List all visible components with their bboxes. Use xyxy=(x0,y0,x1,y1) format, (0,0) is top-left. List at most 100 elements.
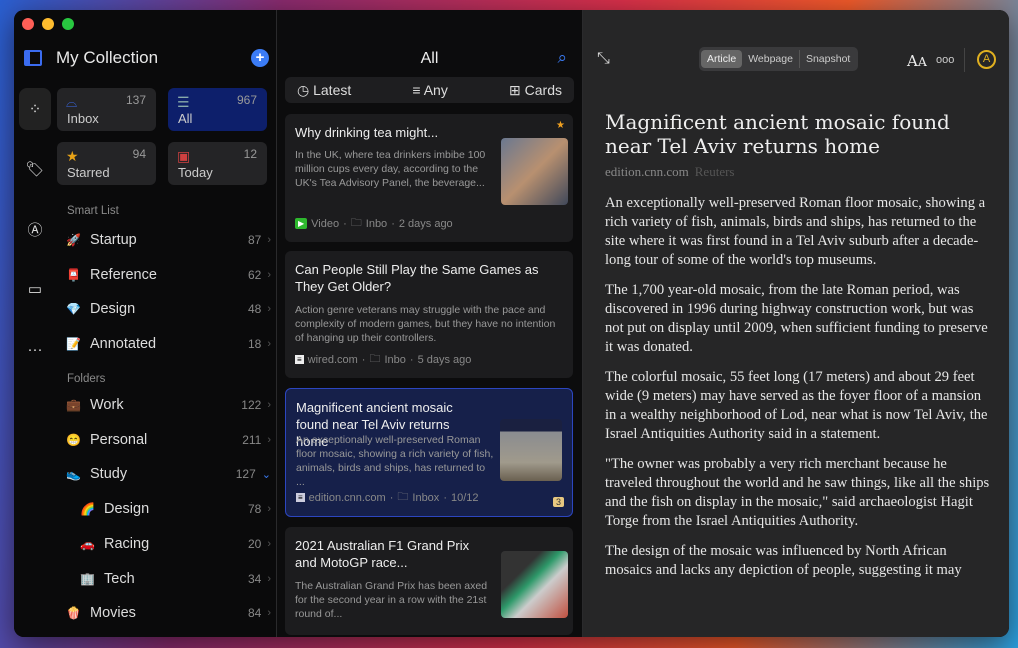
sidebar-item-personal[interactable]: 😁 Personal 211 › xyxy=(66,430,271,450)
folder-icon: 🗀 xyxy=(350,217,362,229)
list-icon: ☰ xyxy=(177,94,190,110)
item-emoji-icon: 📝 xyxy=(66,337,81,352)
sidebar-item-reference[interactable]: 📮 Reference 62 › xyxy=(66,265,271,285)
font-settings-icon[interactable]: AA xyxy=(907,52,927,70)
chevron-icon[interactable]: › xyxy=(267,434,271,446)
zoom-window-button[interactable] xyxy=(62,18,74,30)
video-icon: ▶ xyxy=(295,218,308,229)
chevron-icon[interactable]: › xyxy=(267,269,271,281)
more-icon[interactable]: ··· xyxy=(19,328,51,370)
item-count: 20 xyxy=(247,536,262,551)
tile-label: All xyxy=(178,111,193,126)
tile-starred[interactable]: ★ 94 Starred xyxy=(57,142,156,185)
sidebar-item-annotated[interactable]: 📝 Annotated 18 › xyxy=(66,334,271,354)
item-label: Design xyxy=(104,501,150,518)
expand-icon[interactable]: ⤡ xyxy=(597,50,610,68)
add-button[interactable]: + xyxy=(251,49,269,67)
search-icon[interactable]: ⌕ xyxy=(557,48,567,68)
item-count: 211 xyxy=(242,432,262,447)
sort-latest-button[interactable]: ◷ Latest xyxy=(297,82,351,99)
card-thumbnail xyxy=(500,419,562,481)
item-count: 84 xyxy=(247,606,262,621)
item-emoji-icon: 💎 xyxy=(66,302,81,317)
chevron-icon[interactable]: ⌄ xyxy=(262,468,271,481)
sidebar-item-design[interactable]: 🌈 Design 78 › xyxy=(80,499,271,519)
app-window: My Collection + ⁘ 🏷︎ Ⓐ ▭ ··· ⌓ 137 Inbox ☰… xyxy=(14,10,1009,637)
folder-icon: 🗀 xyxy=(369,353,381,365)
tile-today[interactable]: ▣ 12 Today xyxy=(168,142,267,185)
item-count: 34 xyxy=(247,571,262,586)
item-count: 62 xyxy=(247,267,262,282)
item-count: 78 xyxy=(247,502,262,517)
card-excerpt: Action genre veterans may struggle with … xyxy=(295,304,556,344)
card-title: Why drinking tea might... xyxy=(295,125,439,140)
item-label: Annotated xyxy=(90,336,157,353)
sidebar-item-startup[interactable]: 🚀 Startup 87 › xyxy=(66,230,271,250)
item-label: Reference xyxy=(90,266,157,283)
card-meta: ≡ wired.com · 🗀 Inbo · 5 days ago xyxy=(295,350,471,369)
highlights-icon[interactable]: Ⓐ xyxy=(19,208,51,250)
card-thumbnail xyxy=(501,138,568,205)
card-time: 2 days ago xyxy=(398,217,453,230)
collections-icon[interactable]: ⁘ xyxy=(19,88,51,130)
tile-all[interactable]: ☰ 967 All xyxy=(168,88,267,131)
article-source: edition.cnn.com Reuters xyxy=(605,164,734,180)
article-card-selected[interactable]: Magnificent ancient mosaic found near Te… xyxy=(285,388,573,517)
sidebar-item-study[interactable]: 👟 Study 127 ⌄ xyxy=(66,464,271,484)
chevron-icon[interactable]: › xyxy=(267,607,271,619)
article-card[interactable]: Can People Still Play the Same Games as … xyxy=(285,251,573,378)
chevron-icon[interactable]: › xyxy=(267,503,271,515)
article-card[interactable]: Why drinking tea might... ★ In the UK, w… xyxy=(285,114,573,242)
tab-article[interactable]: Article xyxy=(701,50,743,68)
source-domain[interactable]: edition.cnn.com xyxy=(605,164,689,179)
chevron-icon[interactable]: › xyxy=(267,538,271,550)
list-title: All xyxy=(420,50,439,67)
calendar-icon: ▣ xyxy=(177,148,191,164)
article-title: Magnificent ancient mosaic found near Te… xyxy=(605,110,950,158)
item-label: Racing xyxy=(104,535,150,552)
divider xyxy=(964,48,965,72)
minimize-window-button[interactable] xyxy=(42,18,54,30)
chevron-icon[interactable]: › xyxy=(267,573,271,585)
more-options-icon[interactable]: ooo xyxy=(936,54,954,66)
chevron-icon[interactable]: › xyxy=(267,234,271,246)
item-label: Movies xyxy=(90,605,136,622)
item-emoji-icon: 🌈 xyxy=(80,502,95,517)
star-icon: ★ xyxy=(556,120,565,131)
article-paragraph: The 1,700 year-old mosaic, from the late… xyxy=(605,282,988,355)
chevron-icon[interactable]: › xyxy=(267,399,271,411)
filter-any-button[interactable]: ≡ Any xyxy=(412,82,447,98)
card-meta: ▶ Video · 🗀 Inbo · 2 days ago xyxy=(295,214,453,233)
card-source: edition.cnn.com xyxy=(308,491,386,504)
article-body: An exceptionally well-preserved Roman fl… xyxy=(605,194,995,591)
tile-label: Inbox xyxy=(67,111,99,126)
article-card[interactable]: 2021 Australian F1 Grand Prix and MotoGP… xyxy=(285,527,573,635)
sidebar-item-work[interactable]: 💼 Work 122 › xyxy=(66,395,271,415)
highlight-icon[interactable]: A xyxy=(977,50,996,69)
chevron-icon[interactable]: › xyxy=(267,338,271,350)
item-count: 18 xyxy=(247,337,262,352)
sidebar-item-movies[interactable]: 🍿 Movies 84 › xyxy=(66,603,271,623)
card-excerpt: In the UK, where tea drinkers imbibe 100… xyxy=(295,149,486,189)
card-meta: ≡ edition.cnn.com · 🗀 Inbox · 10/12 xyxy=(296,488,479,507)
archive-icon[interactable]: ▭ xyxy=(19,268,51,310)
inbox-icon: ⌓ xyxy=(66,94,78,110)
collection-title: My Collection xyxy=(56,48,159,67)
item-emoji-icon: 📮 xyxy=(66,267,81,282)
card-title: 2021 Australian F1 Grand Prix and MotoGP… xyxy=(295,538,470,570)
chevron-icon[interactable]: › xyxy=(267,303,271,315)
tile-inbox[interactable]: ⌓ 137 Inbox xyxy=(57,88,156,131)
sidebar-item-racing[interactable]: 🚗 Racing 20 › xyxy=(80,534,271,554)
item-count: 122 xyxy=(241,398,262,412)
sidebar-item-design[interactable]: 💎 Design 48 › xyxy=(66,299,271,319)
close-window-button[interactable] xyxy=(22,18,34,30)
tab-webpage[interactable]: Webpage xyxy=(742,50,799,68)
sidebar-toggle-icon[interactable] xyxy=(24,50,42,66)
item-emoji-icon: 🚗 xyxy=(80,536,95,551)
item-emoji-icon: 🍿 xyxy=(66,606,81,621)
view-cards-button[interactable]: ⊞ Cards xyxy=(509,82,562,99)
sidebar-item-tech[interactable]: 🏢 Tech 34 › xyxy=(80,569,271,589)
tab-snapshot[interactable]: Snapshot xyxy=(798,50,856,68)
item-count: 87 xyxy=(247,233,262,247)
tag-icon[interactable]: 🏷︎ xyxy=(19,148,51,190)
